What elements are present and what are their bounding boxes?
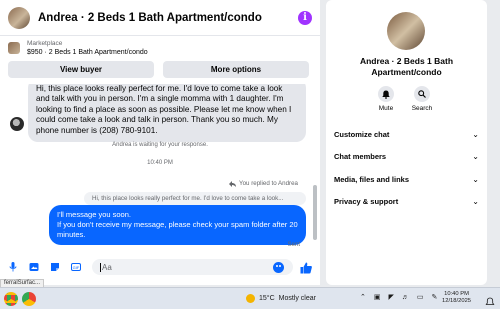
listing-title: $950 · 2 Beds 1 Bath Apartment/condo xyxy=(27,49,148,56)
svg-text:GIF: GIF xyxy=(73,265,80,270)
mic-icon[interactable] xyxy=(8,262,18,272)
pen-icon[interactable]: ✎ xyxy=(432,293,438,301)
profile-name: Andrea · 2 Beds 1 Bath Apartment/condo xyxy=(359,56,454,77)
sender-avatar[interactable] xyxy=(10,117,24,131)
sun-icon xyxy=(246,294,255,303)
marketplace-listing[interactable]: Marketplace $950 · 2 Beds 1 Bath Apartme… xyxy=(8,40,148,56)
marketplace-label: Marketplace xyxy=(27,40,63,47)
view-buyer-button[interactable]: View buyer xyxy=(8,61,154,78)
clock-time: 10:40 PM xyxy=(444,291,469,297)
folder-icon[interactable]: ▣ xyxy=(374,293,381,301)
system-tray: ⌃ ▣ ◤ ♬ ▭ ✎ xyxy=(360,293,438,302)
chat-panel: Andrea · 2 Beds 1 Bath Apartment/condo i… xyxy=(0,0,320,285)
temperature: 15°C xyxy=(259,295,275,302)
weather-text: Mostly clear xyxy=(278,295,316,302)
taskbar: 15°C Mostly clear ⌃ ▣ ◤ ♬ ▭ ✎ 10:40 PM 1… xyxy=(0,287,500,309)
sent-status: Sent xyxy=(287,242,300,248)
section-privacy-support[interactable]: Privacy & support ⌄ xyxy=(334,193,479,209)
search-icon xyxy=(414,86,430,102)
weather-widget[interactable]: 15°C Mostly clear xyxy=(246,294,316,303)
listing-avatar[interactable] xyxy=(8,6,30,29)
sent-message-line: If you don't receive my message, please … xyxy=(57,220,298,239)
clock-date: 12/18/2025 xyxy=(442,298,472,304)
section-label: Customize chat xyxy=(334,129,390,139)
message-timestamp: 10:40 PM xyxy=(147,160,173,166)
section-label: Media, files and links xyxy=(334,174,410,184)
received-message: Hi, this place looks really perfect for … xyxy=(28,84,306,143)
waiting-notice: Andrea is waiting for your response. xyxy=(112,142,208,148)
wifi-icon[interactable]: ◤ xyxy=(389,293,394,301)
sent-message: I'll message you soon. If you don't rece… xyxy=(49,205,306,245)
chat-header: Andrea · 2 Beds 1 Bath Apartment/condo i xyxy=(0,0,320,36)
mute-button[interactable]: Mute xyxy=(366,86,406,112)
emoji-icon[interactable] xyxy=(273,261,284,273)
conversation-info-panel: Andrea · 2 Beds 1 Bath Apartment/condo M… xyxy=(326,0,487,285)
notification-bell-icon[interactable] xyxy=(485,294,495,305)
chevron-up-icon[interactable]: ⌃ xyxy=(360,293,366,301)
section-customize-chat[interactable]: Customize chat ⌄ xyxy=(334,126,479,142)
section-label: Chat members xyxy=(334,151,387,161)
message-input[interactable]: Aa xyxy=(92,259,293,275)
like-icon[interactable] xyxy=(300,261,312,274)
replied-label: You replied to Andrea xyxy=(239,180,298,187)
chevron-down-icon: ⌄ xyxy=(472,196,479,206)
search-label: Search xyxy=(411,105,433,112)
chevron-down-icon: ⌄ xyxy=(472,129,479,139)
gif-icon[interactable]: GIF xyxy=(71,262,81,272)
replied-indicator: You replied to Andrea xyxy=(229,180,298,187)
search-button[interactable]: Search xyxy=(402,86,442,112)
more-options-button[interactable]: More options xyxy=(163,61,309,78)
info-icon[interactable]: i xyxy=(298,10,312,25)
reply-icon xyxy=(229,180,237,187)
chevron-down-icon: ⌄ xyxy=(472,174,479,184)
chrome-icon[interactable] xyxy=(4,292,18,306)
listing-thumbnail xyxy=(8,42,20,54)
chat-title[interactable]: Andrea · 2 Beds 1 Bath Apartment/condo xyxy=(38,12,262,24)
section-media-files-links[interactable]: Media, files and links ⌄ xyxy=(334,171,479,187)
battery-icon[interactable]: ▭ xyxy=(417,293,424,301)
message-list: Hi, this place looks really perfect for … xyxy=(0,84,320,254)
chrome-icon[interactable] xyxy=(22,292,36,306)
audio-icon[interactable]: ♬ xyxy=(402,294,409,301)
scrollbar[interactable] xyxy=(313,185,317,240)
image-icon[interactable] xyxy=(29,262,39,272)
mute-label: Mute xyxy=(378,105,394,112)
section-chat-members[interactable]: Chat members ⌄ xyxy=(334,148,479,164)
quoted-message[interactable]: Hi, this place looks really perfect for … xyxy=(84,192,306,205)
clock[interactable]: 10:40 PM 12/18/2025 xyxy=(442,291,471,305)
bell-icon xyxy=(378,86,394,102)
chevron-down-icon: ⌄ xyxy=(472,151,479,161)
section-label: Privacy & support xyxy=(334,196,399,206)
composer: GIF Aa xyxy=(0,255,320,279)
profile-avatar[interactable] xyxy=(387,12,425,50)
sticker-icon[interactable] xyxy=(50,262,60,272)
sent-message-line: I'll message you soon. xyxy=(57,210,131,219)
